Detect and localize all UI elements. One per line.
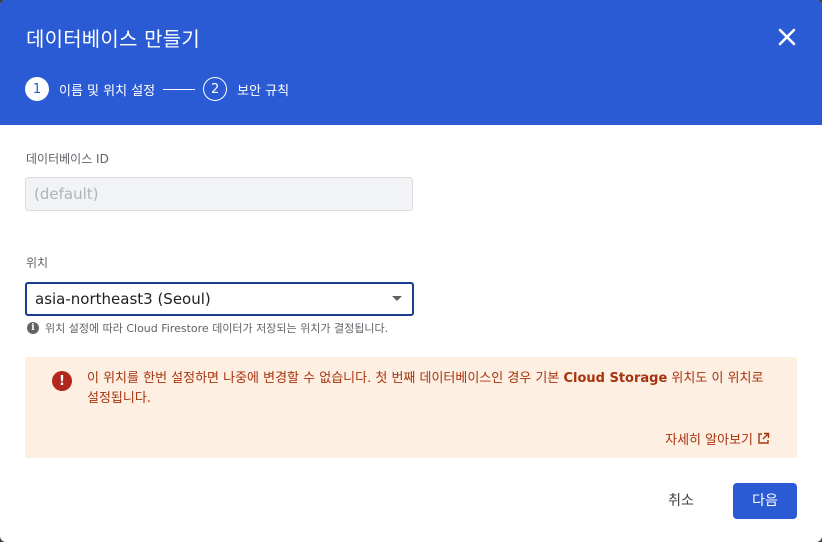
dialog-title: 데이터베이스 만들기 — [26, 27, 200, 51]
location-select[interactable]: asia-northeast3 (Seoul) — [25, 282, 414, 316]
learn-more-link[interactable]: 자세히 알아보기 — [665, 429, 770, 448]
step-2-number: 2 — [203, 77, 228, 101]
learn-more-label: 자세히 알아보기 — [665, 433, 753, 448]
stepper: 1 이름 및 위치 설정 2 보안 규칙 — [25, 76, 289, 102]
caret-down-icon — [392, 296, 402, 301]
location-value: asia-northeast3 (Seoul) — [35, 290, 211, 308]
database-id-input[interactable]: (default) — [25, 177, 413, 211]
location-label: 위치 — [26, 256, 49, 270]
step-2-label: 보안 규칙 — [237, 83, 290, 99]
close-button[interactable] — [776, 26, 798, 48]
open-in-new-icon — [758, 432, 770, 444]
database-id-label: 데이터베이스 ID — [26, 152, 109, 166]
warning-banner: ! 이 위치를 한번 설정하면 나중에 변경할 수 없습니다. 첫 번째 데이터… — [25, 357, 797, 458]
warning-text-part1: 이 위치를 한번 설정하면 나중에 변경할 수 없습니다. 첫 번째 데이터베이… — [87, 371, 564, 386]
location-hint: i 위치 설정에 따라 Cloud Firestore 데이터가 저장되는 위치… — [27, 320, 388, 336]
dialog-header: 데이터베이스 만들기 1 이름 및 위치 설정 2 보안 규칙 — [0, 0, 822, 125]
warning-text: 이 위치를 한번 설정하면 나중에 변경할 수 없습니다. 첫 번째 데이터베이… — [87, 369, 777, 409]
info-icon: i — [27, 322, 39, 334]
next-button[interactable]: 다음 — [733, 483, 797, 519]
cancel-button[interactable]: 취소 — [654, 484, 708, 518]
step-connector — [163, 88, 196, 90]
step-1-number: 1 — [25, 77, 49, 101]
create-database-dialog: 데이터베이스 만들기 1 이름 및 위치 설정 2 보안 규칙 데이터베이스 I… — [0, 0, 822, 542]
warning-text-bold: Cloud Storage — [563, 371, 668, 386]
close-icon — [778, 28, 796, 46]
location-hint-text: 위치 설정에 따라 Cloud Firestore 데이터가 저장되는 위치가 … — [45, 322, 389, 335]
error-icon: ! — [52, 371, 72, 391]
step-1-label: 이름 및 위치 설정 — [59, 83, 156, 99]
